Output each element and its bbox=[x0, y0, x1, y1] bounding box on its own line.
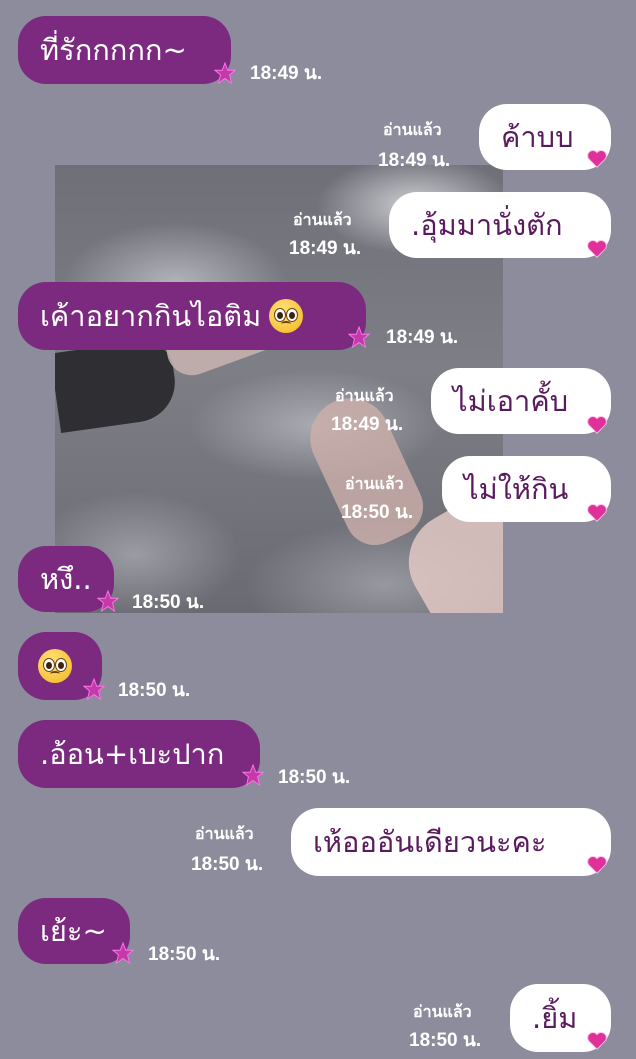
star-sticker-icon bbox=[242, 764, 264, 786]
message-bubble-outgoing[interactable]: .อุ้มมานั่งตัก bbox=[389, 192, 611, 258]
message-text: เห้อออันเดียวนะคะ bbox=[313, 825, 547, 859]
message-text: .อุ้มมานั่งตัก bbox=[411, 208, 563, 242]
message-text: ไม่เอาคั้บ bbox=[453, 384, 569, 418]
heart-sticker-icon bbox=[587, 150, 607, 168]
message-text: .อ้อน+เบะปาก bbox=[40, 737, 225, 771]
message-bubble-incoming[interactable]: ที่รักกกกก~ bbox=[18, 16, 231, 84]
heart-sticker-icon bbox=[587, 856, 607, 874]
message-time: 18:50 น. bbox=[118, 680, 191, 701]
message-bubble-incoming[interactable]: .อ้อน+เบะปาก bbox=[18, 720, 260, 788]
pleading-face-icon bbox=[38, 649, 72, 683]
star-sticker-icon bbox=[214, 62, 236, 84]
read-receipt: อ่านแล้ว bbox=[383, 120, 442, 139]
star-sticker-icon bbox=[112, 942, 134, 964]
read-receipt: อ่านแล้ว bbox=[335, 386, 394, 405]
heart-sticker-icon bbox=[587, 504, 607, 522]
message-text: ไม่ให้กิน bbox=[464, 472, 569, 506]
message-text: ที่รักกกกก~ bbox=[40, 33, 187, 67]
message-text: หงึ.. bbox=[40, 562, 92, 596]
photo-sleeve-shape bbox=[55, 337, 180, 433]
message-time: 18:49 น. bbox=[289, 238, 362, 259]
message-text: เค้าอยากกินไอติม bbox=[40, 299, 262, 333]
message-bubble-outgoing[interactable]: ไม่เอาคั้บ bbox=[431, 368, 611, 434]
message-time: 18:49 น. bbox=[250, 63, 323, 84]
read-receipt: อ่านแล้ว bbox=[293, 210, 352, 229]
pleading-face-icon bbox=[269, 299, 304, 333]
star-sticker-icon bbox=[83, 678, 105, 700]
message-text: เย้ะ~ bbox=[40, 914, 107, 948]
message-time: 18:50 น. bbox=[132, 592, 205, 613]
star-sticker-icon bbox=[97, 590, 119, 612]
message-time: 18:50 น. bbox=[278, 767, 351, 788]
message-time: 18:50 น. bbox=[409, 1030, 482, 1051]
star-sticker-icon bbox=[348, 326, 370, 348]
message-time: 18:50 น. bbox=[148, 944, 221, 965]
message-time: 18:50 น. bbox=[341, 502, 414, 523]
heart-sticker-icon bbox=[587, 416, 607, 434]
message-time: 18:49 น. bbox=[386, 327, 459, 348]
message-text: ค้าบบ bbox=[501, 120, 574, 154]
message-time: 18:49 น. bbox=[378, 150, 451, 171]
read-receipt: อ่านแล้ว bbox=[195, 824, 254, 843]
message-bubble-outgoing[interactable]: เห้อออันเดียวนะคะ bbox=[291, 808, 611, 876]
message-text: .ยิ้ม bbox=[532, 1001, 578, 1035]
heart-sticker-icon bbox=[587, 1032, 607, 1050]
message-time: 18:49 น. bbox=[331, 414, 404, 435]
read-receipt: อ่านแล้ว bbox=[345, 474, 404, 493]
message-time: 18:50 น. bbox=[191, 854, 264, 875]
message-bubble-incoming[interactable]: เค้าอยากกินไอติม bbox=[18, 282, 366, 350]
heart-sticker-icon bbox=[587, 240, 607, 258]
read-receipt: อ่านแล้ว bbox=[413, 1002, 472, 1021]
